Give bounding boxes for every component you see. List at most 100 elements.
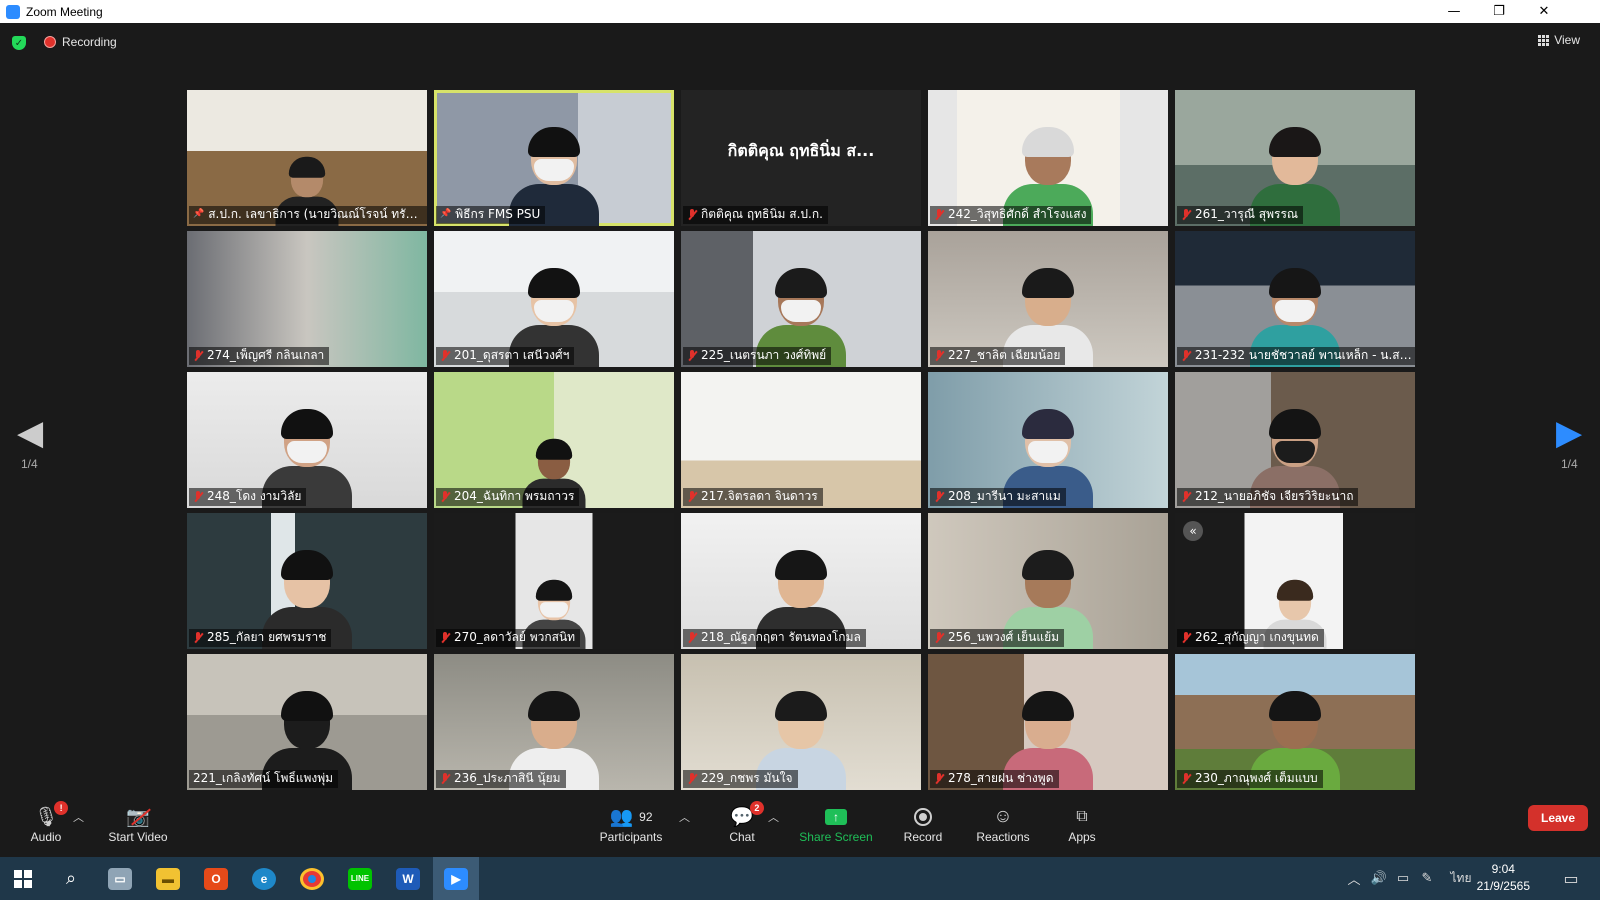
office-icon[interactable]: O [193, 857, 239, 900]
participant-name: 221_เกลิงทัศน์ โพธิ์แพงพุ่ม [193, 771, 334, 785]
chat-options-caret-icon[interactable]: ︿ [768, 809, 779, 825]
pin-icon: 📌 [193, 209, 205, 219]
participant-display-name: กิตติคุณ ฤทธินิ่ม ส... [727, 140, 875, 160]
record-button[interactable]: Record [883, 805, 963, 844]
participant-name: 256_นพวงศ์ เย็นแย้ม [948, 630, 1060, 644]
participant-name: พิธีกร FMS PSU [455, 207, 541, 221]
clock-date: 21/9/2565 [1476, 879, 1530, 893]
view-button[interactable]: View [1538, 33, 1580, 47]
apps-button[interactable]: ⧉ Apps [1042, 805, 1122, 844]
edge-browser-icon[interactable]: e [241, 857, 287, 900]
participant-tile[interactable]: 270_ลดาวัลย์ พวกสนิท [434, 513, 674, 649]
participant-tile[interactable]: 225_เนตรนภา วงศ์ทิพย์ [681, 231, 921, 367]
leave-button[interactable]: Leave [1528, 805, 1588, 831]
meeting-area: ✓ Recording View ◀ 1/4 ▶ 1/4 📌 ส.ป.ก. เลข… [0, 23, 1600, 805]
file-explorer-icon[interactable]: ▬ [145, 857, 191, 900]
participant-tile[interactable]: 248_โดง งามวิลัย [187, 372, 427, 508]
muted-microphone-icon [687, 208, 697, 221]
apps-icon: ⧉ [1076, 808, 1088, 825]
minimize-button[interactable]: — [1431, 0, 1477, 23]
participant-name: 204_ฉันทิกา พรมถาวร [454, 489, 575, 503]
record-dot-icon [44, 36, 56, 48]
word-app-icon[interactable]: W [385, 857, 431, 900]
line-app-icon[interactable]: LINE [337, 857, 383, 900]
volume-icon[interactable]: 🔊 [1368, 857, 1390, 900]
participant-tile[interactable]: 218_ณัฐภกฤตา รัตนทองโกมล [681, 513, 921, 649]
chrome-browser-icon[interactable] [289, 857, 335, 900]
participant-name: 218_ณัฐภกฤตา รัตนทองโกมล [701, 630, 861, 644]
participant-tile[interactable]: « 262_สุกัญญา เกงขุนทด [1175, 513, 1415, 649]
participant-tile[interactable]: 208_มารีนา มะสาแม [928, 372, 1168, 508]
pin-icon: 📌 [440, 209, 452, 219]
participant-name-label: 221_เกลิงทัศน์ โพธิ์แพงพุ่ม [189, 770, 339, 788]
notifications-icon[interactable]: ▭ [1556, 857, 1586, 900]
apps-label: Apps [1068, 830, 1096, 844]
muted-microphone-icon [687, 490, 697, 503]
participant-name: 217.จิตรลดา จินดาวร [701, 489, 818, 503]
participant-tile[interactable]: 285_กัลยา ยศพรมราช [187, 513, 427, 649]
next-page-arrow-icon[interactable]: ▶ [1556, 416, 1582, 450]
participant-tile[interactable]: 261_วารุณี สุพรรณ [1175, 90, 1415, 226]
collapse-self-view-icon[interactable]: « [1183, 521, 1203, 541]
participant-name-label: 230_ภาณุพงศ์ เต็มแบบ [1177, 770, 1323, 788]
participants-options-caret-icon[interactable]: ︿ [679, 809, 690, 825]
share-screen-icon: ↑ [825, 809, 847, 825]
participant-name-label: 231-232 นายชัชวาลย์ พานเหล็ก - น.ส.... [1177, 347, 1415, 365]
participant-name: 231-232 นายชัชวาลย์ พานเหล็ก - น.ส.... [1194, 348, 1413, 362]
participant-tile[interactable]: 204_ฉันทิกา พรมถาวร [434, 372, 674, 508]
share-screen-button[interactable]: ↑ Share Screen [790, 805, 882, 844]
page-indicator-left: 1/4 [21, 457, 38, 471]
close-button[interactable]: ✕ [1521, 0, 1567, 23]
window-titlebar: Zoom Meeting — ❐ ✕ [0, 0, 1600, 23]
participant-tile[interactable]: 229_กชพร มั่นใจ [681, 654, 921, 790]
participant-tile[interactable]: 📌 ส.ป.ก. เลขาธิการ (นายวิณณ์โรจน์ ทรัพย์ส… [187, 90, 427, 226]
windows-start-icon[interactable] [0, 857, 46, 900]
zoom-app-icon [6, 4, 20, 19]
audio-warning-badge: ! [54, 801, 69, 815]
meeting-controls: 🎙! Audio ︿ 📷 Start Video 👥92 Participant… [0, 801, 1600, 857]
participant-tile[interactable]: 217.จิตรลดา จินดาวร [681, 372, 921, 508]
restore-button[interactable]: ❐ [1476, 0, 1522, 23]
pen-icon[interactable]: ✎ [1416, 857, 1438, 900]
participant-tile[interactable]: 230_ภาณุพงศ์ เต็มแบบ [1175, 654, 1415, 790]
participant-tile[interactable]: 221_เกลิงทัศน์ โพธิ์แพงพุ่ม [187, 654, 427, 790]
muted-microphone-icon [1181, 631, 1191, 644]
participant-tile[interactable]: 256_นพวงศ์ เย็นแย้ม [928, 513, 1168, 649]
participant-tile[interactable]: 212_นายอภิชัจ เจียรวิริยะนาถ [1175, 372, 1415, 508]
system-clock[interactable]: 9:04 21/9/2565 [1477, 861, 1530, 895]
participant-tile[interactable]: 227_ชาลิต เฉียมน้อย [928, 231, 1168, 367]
participant-tile[interactable]: 201_ดุสรตา เสนีวงศ์ฯ [434, 231, 674, 367]
audio-options-caret-icon[interactable]: ︿ [73, 809, 84, 825]
participant-name-label: 217.จิตรลดา จินดาวร [683, 488, 823, 506]
search-icon[interactable]: ⌕ [48, 857, 94, 900]
zoom-taskbar-icon[interactable]: ▶ [433, 857, 479, 900]
participant-tile[interactable]: กิตติคุณ ฤทธินิ่ม ส... กิตติคุณ ฤทธินิ่ม … [681, 90, 921, 226]
participant-name-label: 227_ชาลิต เฉียมน้อย [930, 347, 1066, 365]
previous-page-arrow-icon[interactable]: ◀ [17, 416, 43, 450]
reactions-button[interactable]: ☺ Reactions [963, 805, 1043, 844]
participants-button[interactable]: 👥 92 Participants [591, 805, 671, 844]
muted-microphone-icon [934, 631, 944, 644]
show-hidden-icons-icon[interactable]: ︿ [1344, 857, 1364, 900]
participant-name-label: 236_ประภาสินี นุ้ยม [436, 770, 566, 788]
recording-indicator[interactable]: Recording [44, 35, 117, 49]
encryption-shield-icon[interactable]: ✓ [12, 36, 26, 50]
pc-app-icon[interactable]: ▭ [97, 857, 143, 900]
participant-name-label: 285_กัลยา ยศพรมราช [189, 629, 332, 647]
start-video-button[interactable]: 📷 Start Video [98, 805, 178, 844]
participant-tile[interactable]: 📌 พิธีกร FMS PSU [434, 90, 674, 226]
network-icon[interactable]: ▭ [1392, 857, 1414, 900]
muted-microphone-icon [687, 631, 697, 644]
participant-name: 208_มารีนา มะสาแม [948, 489, 1061, 503]
input-language[interactable]: ไทย [1444, 857, 1478, 900]
participant-tile[interactable]: 236_ประภาสินี นุ้ยม [434, 654, 674, 790]
participant-tile[interactable]: 231-232 นายชัชวาลย์ พานเหล็ก - น.ส.... [1175, 231, 1415, 367]
participant-tile[interactable]: 274_เพ็ญศรี กลิ่นเกลา [187, 231, 427, 367]
participant-tile[interactable]: 278_สายฝน ช่างพูด [928, 654, 1168, 790]
participant-tile[interactable]: 242_วิสุทธิศักดิ์ สำโรงแสง [928, 90, 1168, 226]
record-icon [914, 808, 932, 826]
muted-microphone-icon [1181, 349, 1191, 362]
muted-microphone-icon [687, 349, 697, 362]
participant-name-label: 242_วิสุทธิศักดิ์ สำโรงแสง [930, 206, 1092, 224]
muted-microphone-icon [687, 772, 697, 785]
